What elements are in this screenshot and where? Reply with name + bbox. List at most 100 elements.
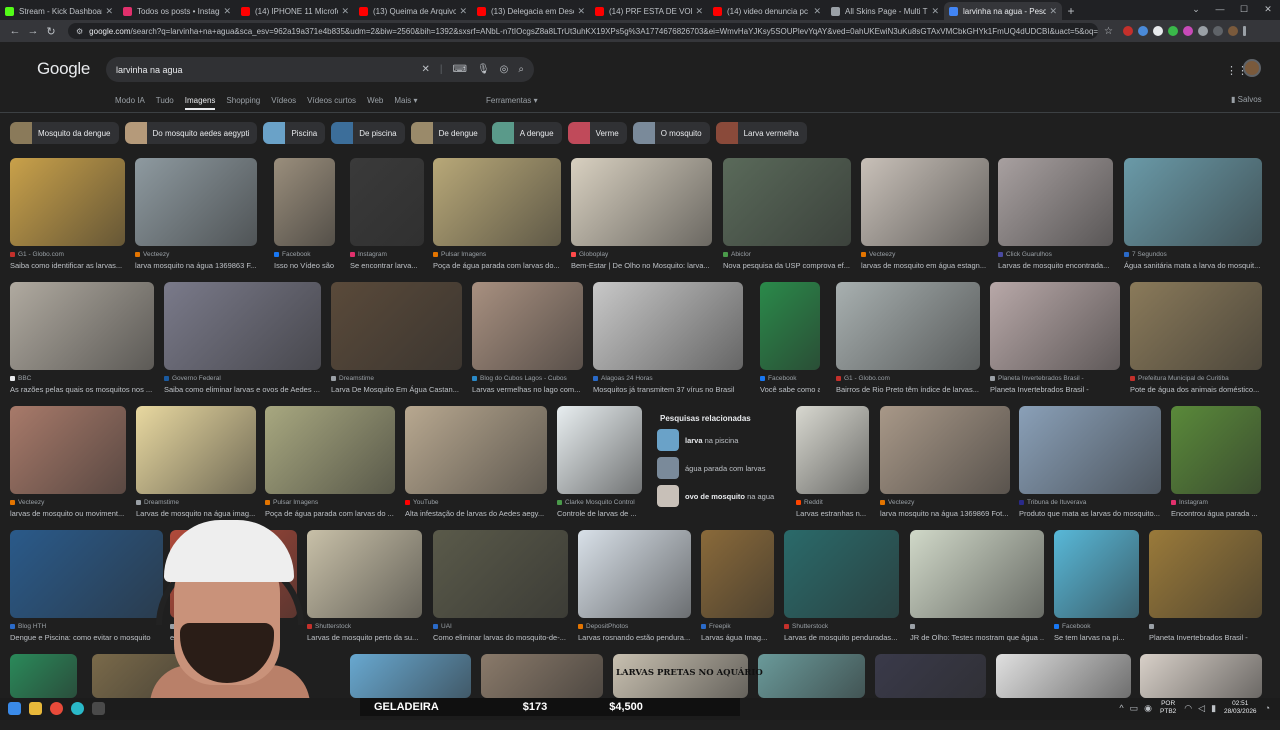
result-thumbnail[interactable] xyxy=(433,530,568,618)
image-result[interactable]: DepositPhotos Larvas rosnando estão pendu… xyxy=(578,530,691,650)
browser-tab[interactable]: (13) Queima de Arquivos | LEG✕ xyxy=(354,2,472,20)
result-thumbnail[interactable] xyxy=(760,282,820,370)
result-source[interactable]: Dreamstime xyxy=(136,499,256,506)
result-caption[interactable]: Nova pesquisa da USP comprova ef... xyxy=(723,261,851,270)
image-result[interactable]: Facebook Você sabe como a... xyxy=(760,282,820,402)
browser-tab[interactable]: (14) video denuncia pc - YouTu✕ xyxy=(708,2,826,20)
search-input[interactable]: larvinha na agua xyxy=(116,65,412,75)
new-tab-button[interactable]: + xyxy=(1062,2,1080,20)
image-result[interactable]: Governo Federal Saiba como eliminar larva… xyxy=(164,282,321,402)
result-source[interactable]: Vecteezy xyxy=(135,251,257,258)
image-result[interactable]: Planeta Invertebrados Brasil - Planeta In… xyxy=(990,282,1120,402)
site-info-icon[interactable]: ⚙ xyxy=(76,27,83,36)
result-thumbnail[interactable] xyxy=(1124,158,1262,246)
result-caption[interactable]: Saiba como eliminar larvas e ovos de Aed… xyxy=(164,385,321,394)
extension-icon[interactable] xyxy=(1212,26,1223,36)
result-thumbnail[interactable] xyxy=(1054,530,1139,618)
saved-button[interactable]: ▮ Salvos xyxy=(1231,95,1262,104)
result-source[interactable]: Pulsar Imagens xyxy=(433,251,561,258)
tab-modo-ia[interactable]: Modo IA xyxy=(115,96,145,110)
file-explorer-icon[interactable] xyxy=(29,702,42,715)
tab-v-deos[interactable]: Vídeos xyxy=(271,96,296,110)
result-source[interactable]: Vecteezy xyxy=(10,499,126,506)
result-thumbnail[interactable] xyxy=(796,406,869,494)
result-caption[interactable]: Larvas vermelhas no lago com... xyxy=(472,385,583,394)
result-thumbnail[interactable] xyxy=(880,406,1010,494)
refinement-chip[interactable]: Verme xyxy=(567,122,627,144)
result-caption[interactable]: Isso no Vídeo são l... xyxy=(274,261,335,270)
result-thumbnail[interactable] xyxy=(990,282,1120,370)
result-source[interactable]: UAI xyxy=(433,623,568,630)
result-caption[interactable]: Você sabe como a... xyxy=(760,385,820,394)
result-source[interactable]: Shutterstock xyxy=(307,623,422,630)
tab-web[interactable]: Web xyxy=(367,96,383,110)
clear-icon[interactable]: ✕ xyxy=(422,64,430,75)
microphone-icon[interactable]: 🎙 xyxy=(477,64,490,75)
refinement-chip[interactable]: Larva vermelha xyxy=(715,122,807,144)
result-source[interactable]: Governo Federal xyxy=(164,375,321,382)
result-caption[interactable]: Bem-Estar | De Olho no Mosquito: larva..… xyxy=(571,261,712,270)
result-thumbnail[interactable] xyxy=(836,282,980,370)
result-thumbnail[interactable] xyxy=(136,406,256,494)
result-source[interactable]: Facebook xyxy=(1054,623,1139,630)
result-source[interactable]: DepositPhotos xyxy=(578,623,691,630)
tab-close-icon[interactable]: ✕ xyxy=(931,6,939,17)
tab-close-icon[interactable]: ✕ xyxy=(223,6,231,17)
extension-icon[interactable] xyxy=(1152,26,1163,36)
result-caption[interactable]: Larvas estranhas n... xyxy=(796,509,869,518)
extension-icon[interactable] xyxy=(1122,26,1133,36)
image-result[interactable]: Prefeitura Municipal de Curitiba Pote de … xyxy=(1130,282,1262,402)
result-source[interactable]: Blog HTH xyxy=(10,623,163,630)
related-search-item[interactable]: ovo de mosquito na agua xyxy=(657,485,787,507)
result-source[interactable] xyxy=(1149,623,1262,630)
result-source[interactable]: Click Guarulhos xyxy=(998,251,1113,258)
result-source[interactable]: Tribuna de Ituverava xyxy=(1019,499,1161,506)
browser-tab[interactable]: Todos os posts • Instagram✕ xyxy=(118,2,236,20)
related-search-item[interactable]: larva na piscina xyxy=(657,429,787,451)
minimize-icon[interactable]: — xyxy=(1208,0,1232,18)
result-source[interactable]: Vecteezy xyxy=(880,499,1010,506)
result-source[interactable]: Shutterstock xyxy=(784,623,899,630)
profile-avatar[interactable] xyxy=(1227,26,1238,36)
image-result[interactable]: Blog HTH Dengue e Piscina: como evitar o … xyxy=(10,530,163,650)
result-caption[interactable]: Controle de larvas de ... xyxy=(557,509,642,518)
lens-icon[interactable]: ◎ xyxy=(500,64,509,75)
image-result[interactable]: Shutterstock Larvas de mosquito pendurada… xyxy=(784,530,899,650)
chevron-up-icon[interactable]: ^ xyxy=(1119,703,1123,714)
account-avatar[interactable] xyxy=(1243,59,1261,77)
tab-close-icon[interactable]: ✕ xyxy=(105,6,113,17)
display-icon[interactable]: ▭ xyxy=(1130,703,1139,714)
refinement-chip[interactable]: De dengue xyxy=(410,122,486,144)
result-thumbnail[interactable] xyxy=(350,158,424,246)
result-source[interactable]: Alagoas 24 Horas xyxy=(593,375,743,382)
tab-close-icon[interactable]: ✕ xyxy=(695,6,703,17)
browser-tab[interactable]: larvinha na agua - Pesquisa Go✕ xyxy=(944,2,1062,20)
refinement-chip[interactable]: O mosquito xyxy=(632,122,710,144)
result-thumbnail[interactable] xyxy=(10,654,77,698)
refinement-chip[interactable]: De piscina xyxy=(331,122,405,144)
result-thumbnail[interactable] xyxy=(758,654,865,698)
result-source[interactable]: Globoplay xyxy=(571,251,712,258)
result-caption[interactable]: Produto que mata as larvas do mosquito..… xyxy=(1019,509,1161,518)
result-thumbnail[interactable] xyxy=(578,530,691,618)
result-source[interactable]: Planeta Invertebrados Brasil - xyxy=(990,375,1120,382)
app-icon[interactable] xyxy=(92,702,105,715)
browser-tab[interactable]: All Skins Page - Multi Theft Au✕ xyxy=(826,2,944,20)
image-result[interactable]: Tribuna de Ituverava Produto que mata as … xyxy=(1019,406,1161,526)
result-source[interactable]: Facebook xyxy=(274,251,335,258)
reload-icon[interactable]: ↻ xyxy=(42,25,60,38)
result-thumbnail[interactable] xyxy=(701,530,774,618)
chrome-icon[interactable] xyxy=(50,702,63,715)
result-source[interactable]: Instagram xyxy=(1171,499,1261,506)
result-thumbnail[interactable] xyxy=(1130,282,1262,370)
tab-close-icon[interactable]: ✕ xyxy=(459,6,467,17)
close-icon[interactable]: ✕ xyxy=(1256,0,1280,18)
result-caption[interactable]: Dengue e Piscina: como evitar o mosquito xyxy=(10,633,163,642)
result-thumbnail[interactable] xyxy=(307,530,422,618)
windows-start-icon[interactable] xyxy=(8,702,21,715)
keyboard-icon[interactable]: ⌨ xyxy=(453,64,467,75)
result-thumbnail[interactable] xyxy=(265,406,395,494)
result-thumbnail[interactable] xyxy=(996,654,1131,698)
result-thumbnail[interactable] xyxy=(557,406,642,494)
browser-tab[interactable]: (13) Delegacia em Desordem |✕ xyxy=(472,2,590,20)
